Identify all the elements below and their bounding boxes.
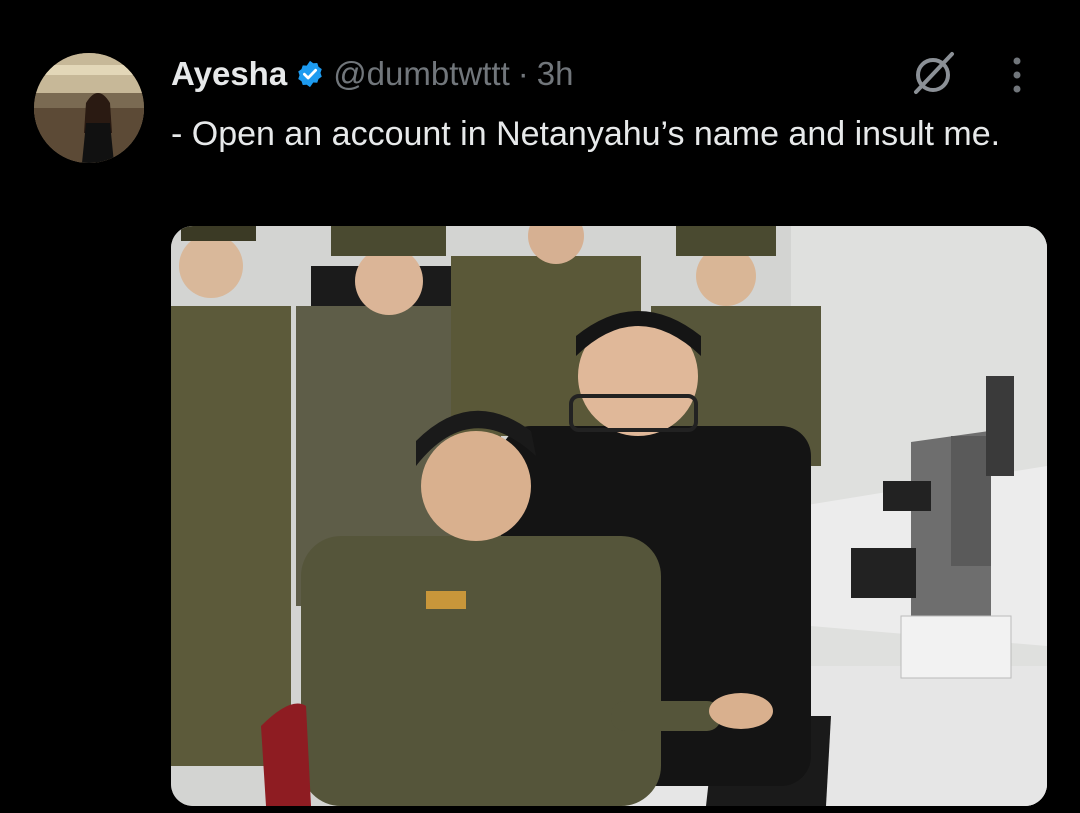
tweet-text: - Open an account in Netanyahu’s name an… — [171, 115, 1001, 153]
timestamp[interactable]: 3h — [537, 55, 574, 93]
author-name[interactable]: Ayesha — [171, 55, 287, 93]
avatar[interactable] — [34, 53, 144, 163]
author-handle[interactable]: @dumbtwttt — [333, 55, 510, 93]
verified-badge-icon — [298, 60, 322, 88]
tweet-header: Ayesha @dumbtwttt · 3h — [171, 52, 573, 96]
more-vertical-icon[interactable] — [1005, 55, 1029, 95]
media-photo — [171, 226, 1047, 806]
tweet-media-image[interactable] — [171, 226, 1047, 806]
meta-separator: · — [517, 55, 529, 92]
grok-icon[interactable] — [908, 50, 958, 96]
avatar-photo — [34, 53, 144, 163]
